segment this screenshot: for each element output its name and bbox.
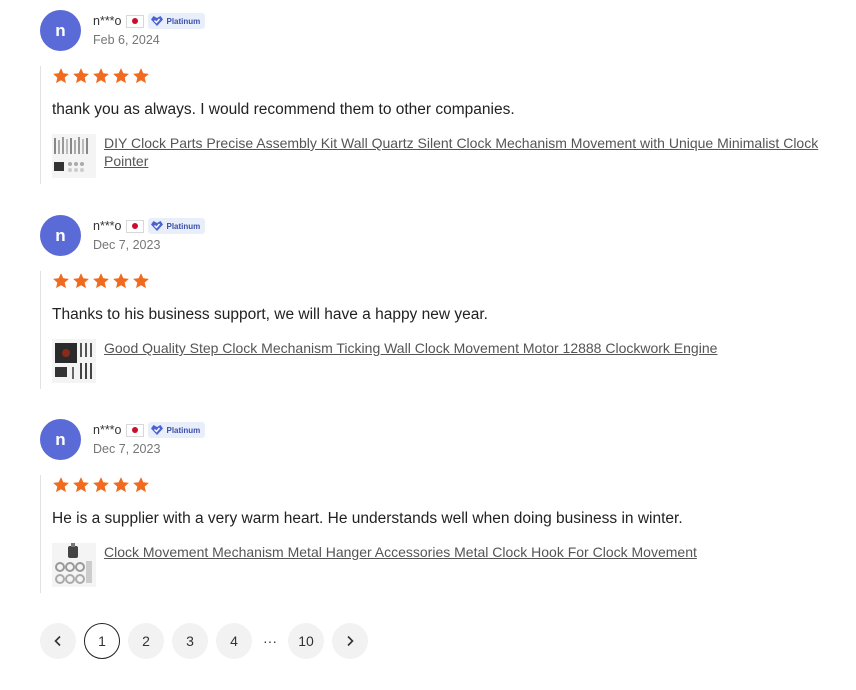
- product-link[interactable]: Good Quality Step Clock Mechanism Tickin…: [104, 339, 717, 357]
- star-icon: [73, 273, 89, 289]
- star-icon: [113, 273, 129, 289]
- verified-heart-icon: [150, 425, 163, 435]
- review-product[interactable]: Good Quality Step Clock Mechanism Tickin…: [52, 339, 830, 383]
- review-body: Thanks to his business support, we will …: [40, 271, 830, 389]
- japan-flag-icon: [125, 14, 144, 28]
- reviewer-info: n***o Platinum: [93, 13, 206, 29]
- star-rating: [52, 271, 830, 291]
- reviewer-info: n***o Platinum: [93, 422, 206, 438]
- avatar: n: [40, 215, 81, 256]
- reviewer-name: n***o: [93, 14, 122, 28]
- verified-heart-icon: [150, 221, 163, 231]
- review-product[interactable]: DIY Clock Parts Precise Assembly Kit Wal…: [52, 134, 830, 178]
- membership-badge: Platinum: [147, 218, 206, 234]
- star-icon: [133, 477, 149, 493]
- star-icon: [53, 68, 69, 84]
- review-body: thank you as always. I would recommend t…: [40, 66, 830, 184]
- membership-badge: Platinum: [147, 13, 206, 29]
- star-icon: [53, 273, 69, 289]
- review-body: He is a supplier with a very warm heart.…: [40, 475, 830, 593]
- verified-heart-icon: [150, 16, 163, 26]
- star-icon: [73, 477, 89, 493]
- next-page-button[interactable]: [332, 623, 368, 659]
- chevron-left-icon: [54, 635, 61, 647]
- page-button-10[interactable]: 10: [288, 623, 324, 659]
- badge-label: Platinum: [166, 221, 201, 231]
- badge-label: Platinum: [166, 425, 201, 435]
- product-thumbnail[interactable]: [52, 134, 96, 178]
- page-button-3[interactable]: 3: [172, 623, 208, 659]
- star-icon: [93, 477, 109, 493]
- chevron-right-icon: [347, 635, 354, 647]
- product-link[interactable]: DIY Clock Parts Precise Assembly Kit Wal…: [104, 134, 830, 170]
- star-icon: [93, 273, 109, 289]
- membership-badge: Platinum: [147, 422, 206, 438]
- product-link[interactable]: Clock Movement Mechanism Metal Hanger Ac…: [104, 543, 697, 561]
- reviewer-name: n***o: [93, 423, 122, 437]
- page-button-1[interactable]: 1: [84, 623, 120, 659]
- review-date: Dec 7, 2023: [93, 238, 161, 252]
- star-rating: [52, 66, 830, 86]
- review-text: Thanks to his business support, we will …: [52, 306, 488, 323]
- review-date: Dec 7, 2023: [93, 442, 161, 456]
- product-thumbnail[interactable]: [52, 339, 96, 383]
- star-icon: [113, 477, 129, 493]
- review-date: Feb 6, 2024: [93, 33, 160, 47]
- star-icon: [133, 68, 149, 84]
- pagination: 1 2 3 4 ··· 10: [40, 623, 368, 659]
- page-button-2[interactable]: 2: [128, 623, 164, 659]
- prev-page-button[interactable]: [40, 623, 76, 659]
- pagination-ellipsis: ···: [263, 633, 277, 649]
- page-button-4[interactable]: 4: [216, 623, 252, 659]
- reviewer-name: n***o: [93, 219, 122, 233]
- star-icon: [93, 68, 109, 84]
- badge-label: Platinum: [166, 16, 201, 26]
- star-icon: [113, 68, 129, 84]
- japan-flag-icon: [125, 219, 144, 233]
- star-icon: [133, 273, 149, 289]
- star-icon: [53, 477, 69, 493]
- reviewer-info: n***o Platinum: [93, 218, 206, 234]
- review-text: thank you as always. I would recommend t…: [52, 101, 515, 118]
- star-icon: [73, 68, 89, 84]
- japan-flag-icon: [125, 423, 144, 437]
- avatar: n: [40, 10, 81, 51]
- product-thumbnail[interactable]: [52, 543, 96, 587]
- star-rating: [52, 475, 830, 495]
- review-product[interactable]: Clock Movement Mechanism Metal Hanger Ac…: [52, 543, 830, 587]
- review-text: He is a supplier with a very warm heart.…: [52, 510, 683, 527]
- avatar: n: [40, 419, 81, 460]
